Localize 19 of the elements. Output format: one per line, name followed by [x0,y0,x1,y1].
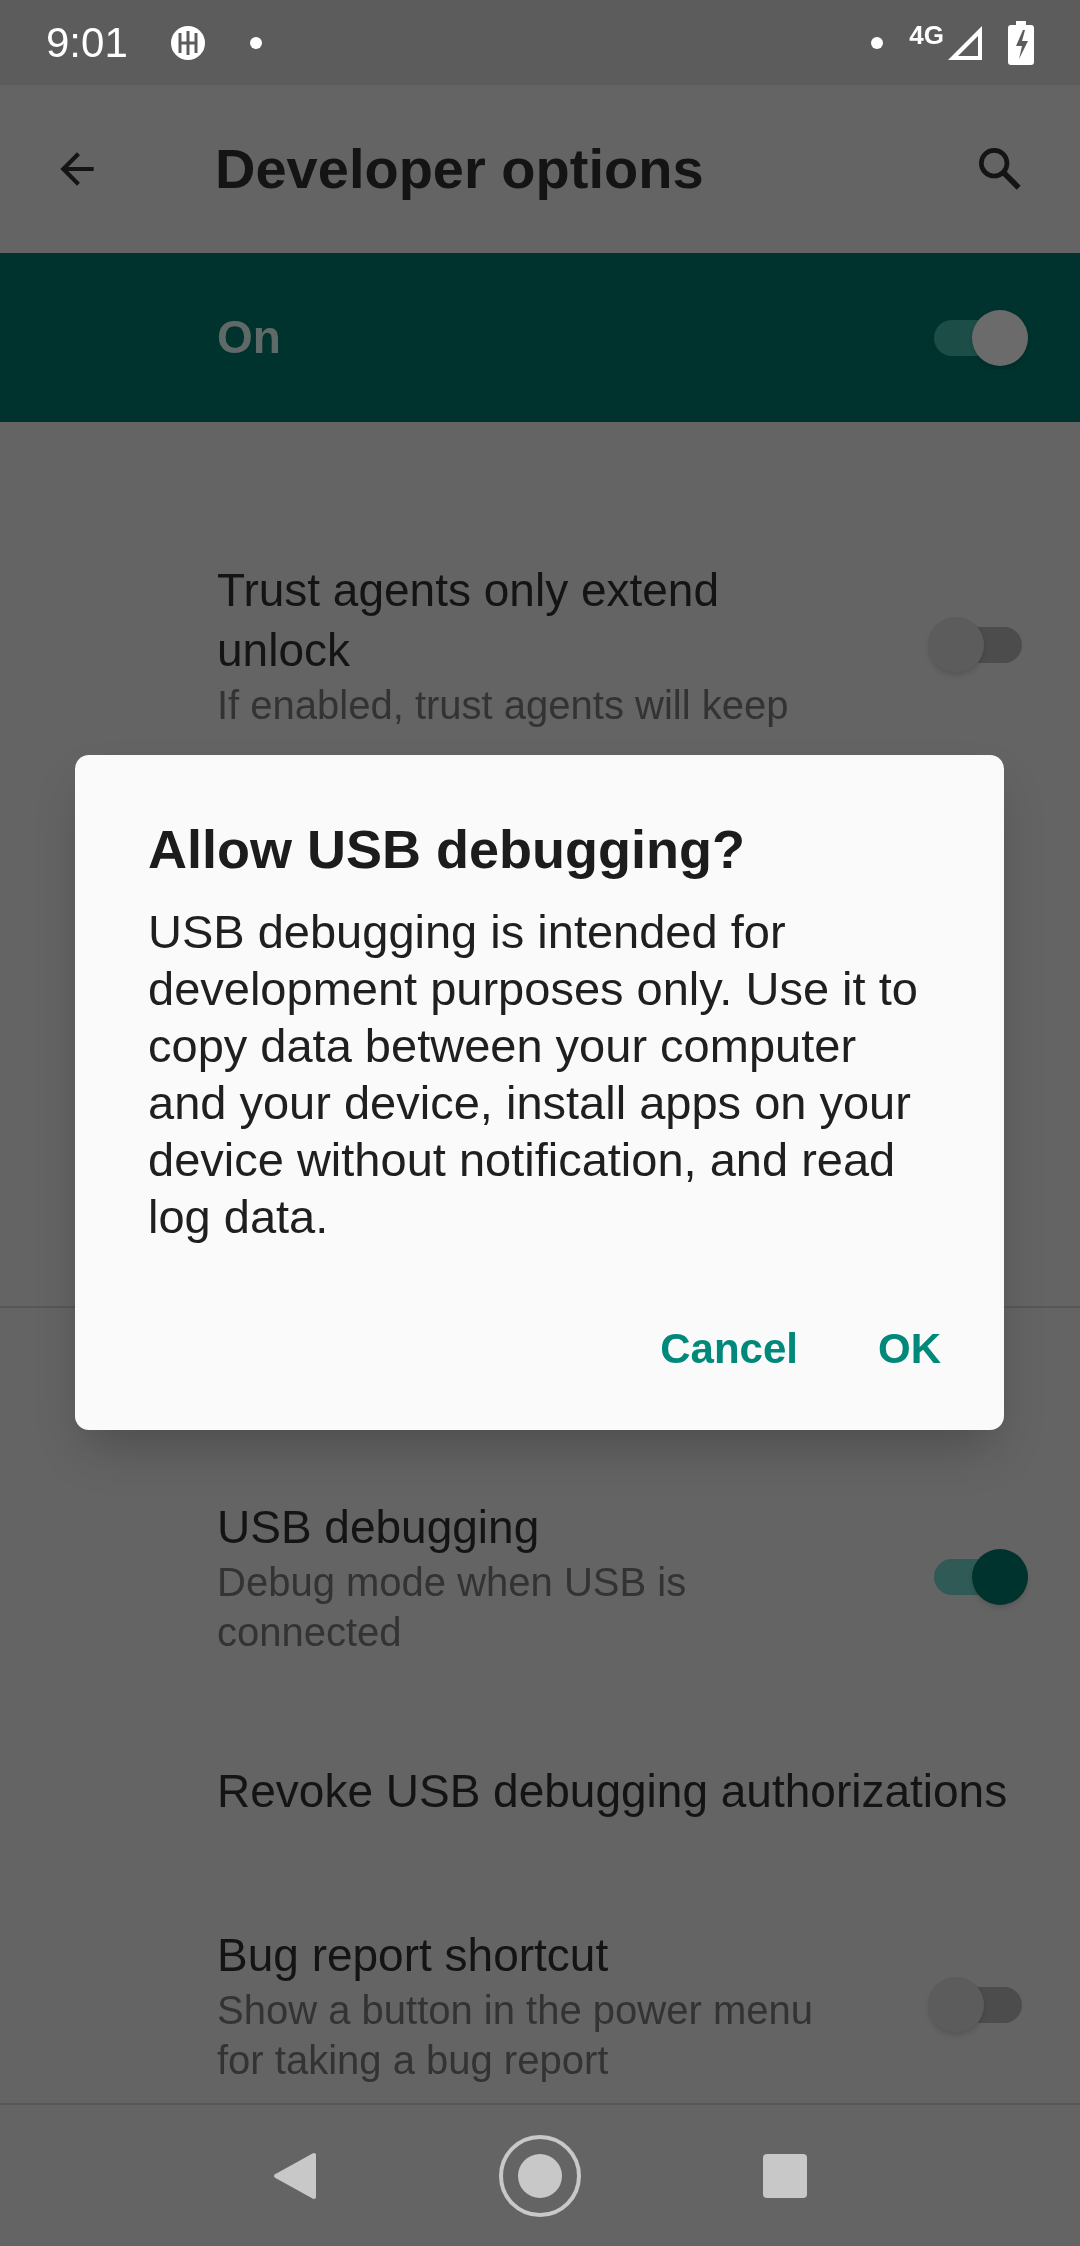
dialog-title: Allow USB debugging? [148,818,746,881]
battery-charging-icon [1008,20,1034,65]
screen-title: Developer options [215,136,704,202]
setting-title[interactable]: USB debugging [217,1497,777,1557]
network-type: 4G [909,19,944,52]
home-circle-icon[interactable] [498,2133,582,2218]
recents-square-icon[interactable] [762,2152,808,2199]
dialog-message: USB debugging is intended for development purposes only. Use it to copy data between your computer and your device, install apps on your device without notification, and read log data. [148,904,919,1245]
dialog-button[interactable]: Cancel [640,1297,818,1400]
master-switch-bar[interactable]: On [0,253,1080,422]
setting-title[interactable]: Trust agents only extend unlock [217,560,777,680]
master-switch-label: On [217,310,282,365]
notification-dot-icon [249,36,262,49]
clock-time: 9:01 [46,18,128,68]
back-triangle-icon[interactable] [272,2150,318,2201]
setting-title[interactable]: Revoke USB debugging authorizations [217,1761,1028,1821]
dialog-button[interactable]: OK [858,1297,961,1400]
setting-title[interactable]: Bug report shortcut [217,1925,777,1985]
notification-dot-icon [871,36,884,49]
